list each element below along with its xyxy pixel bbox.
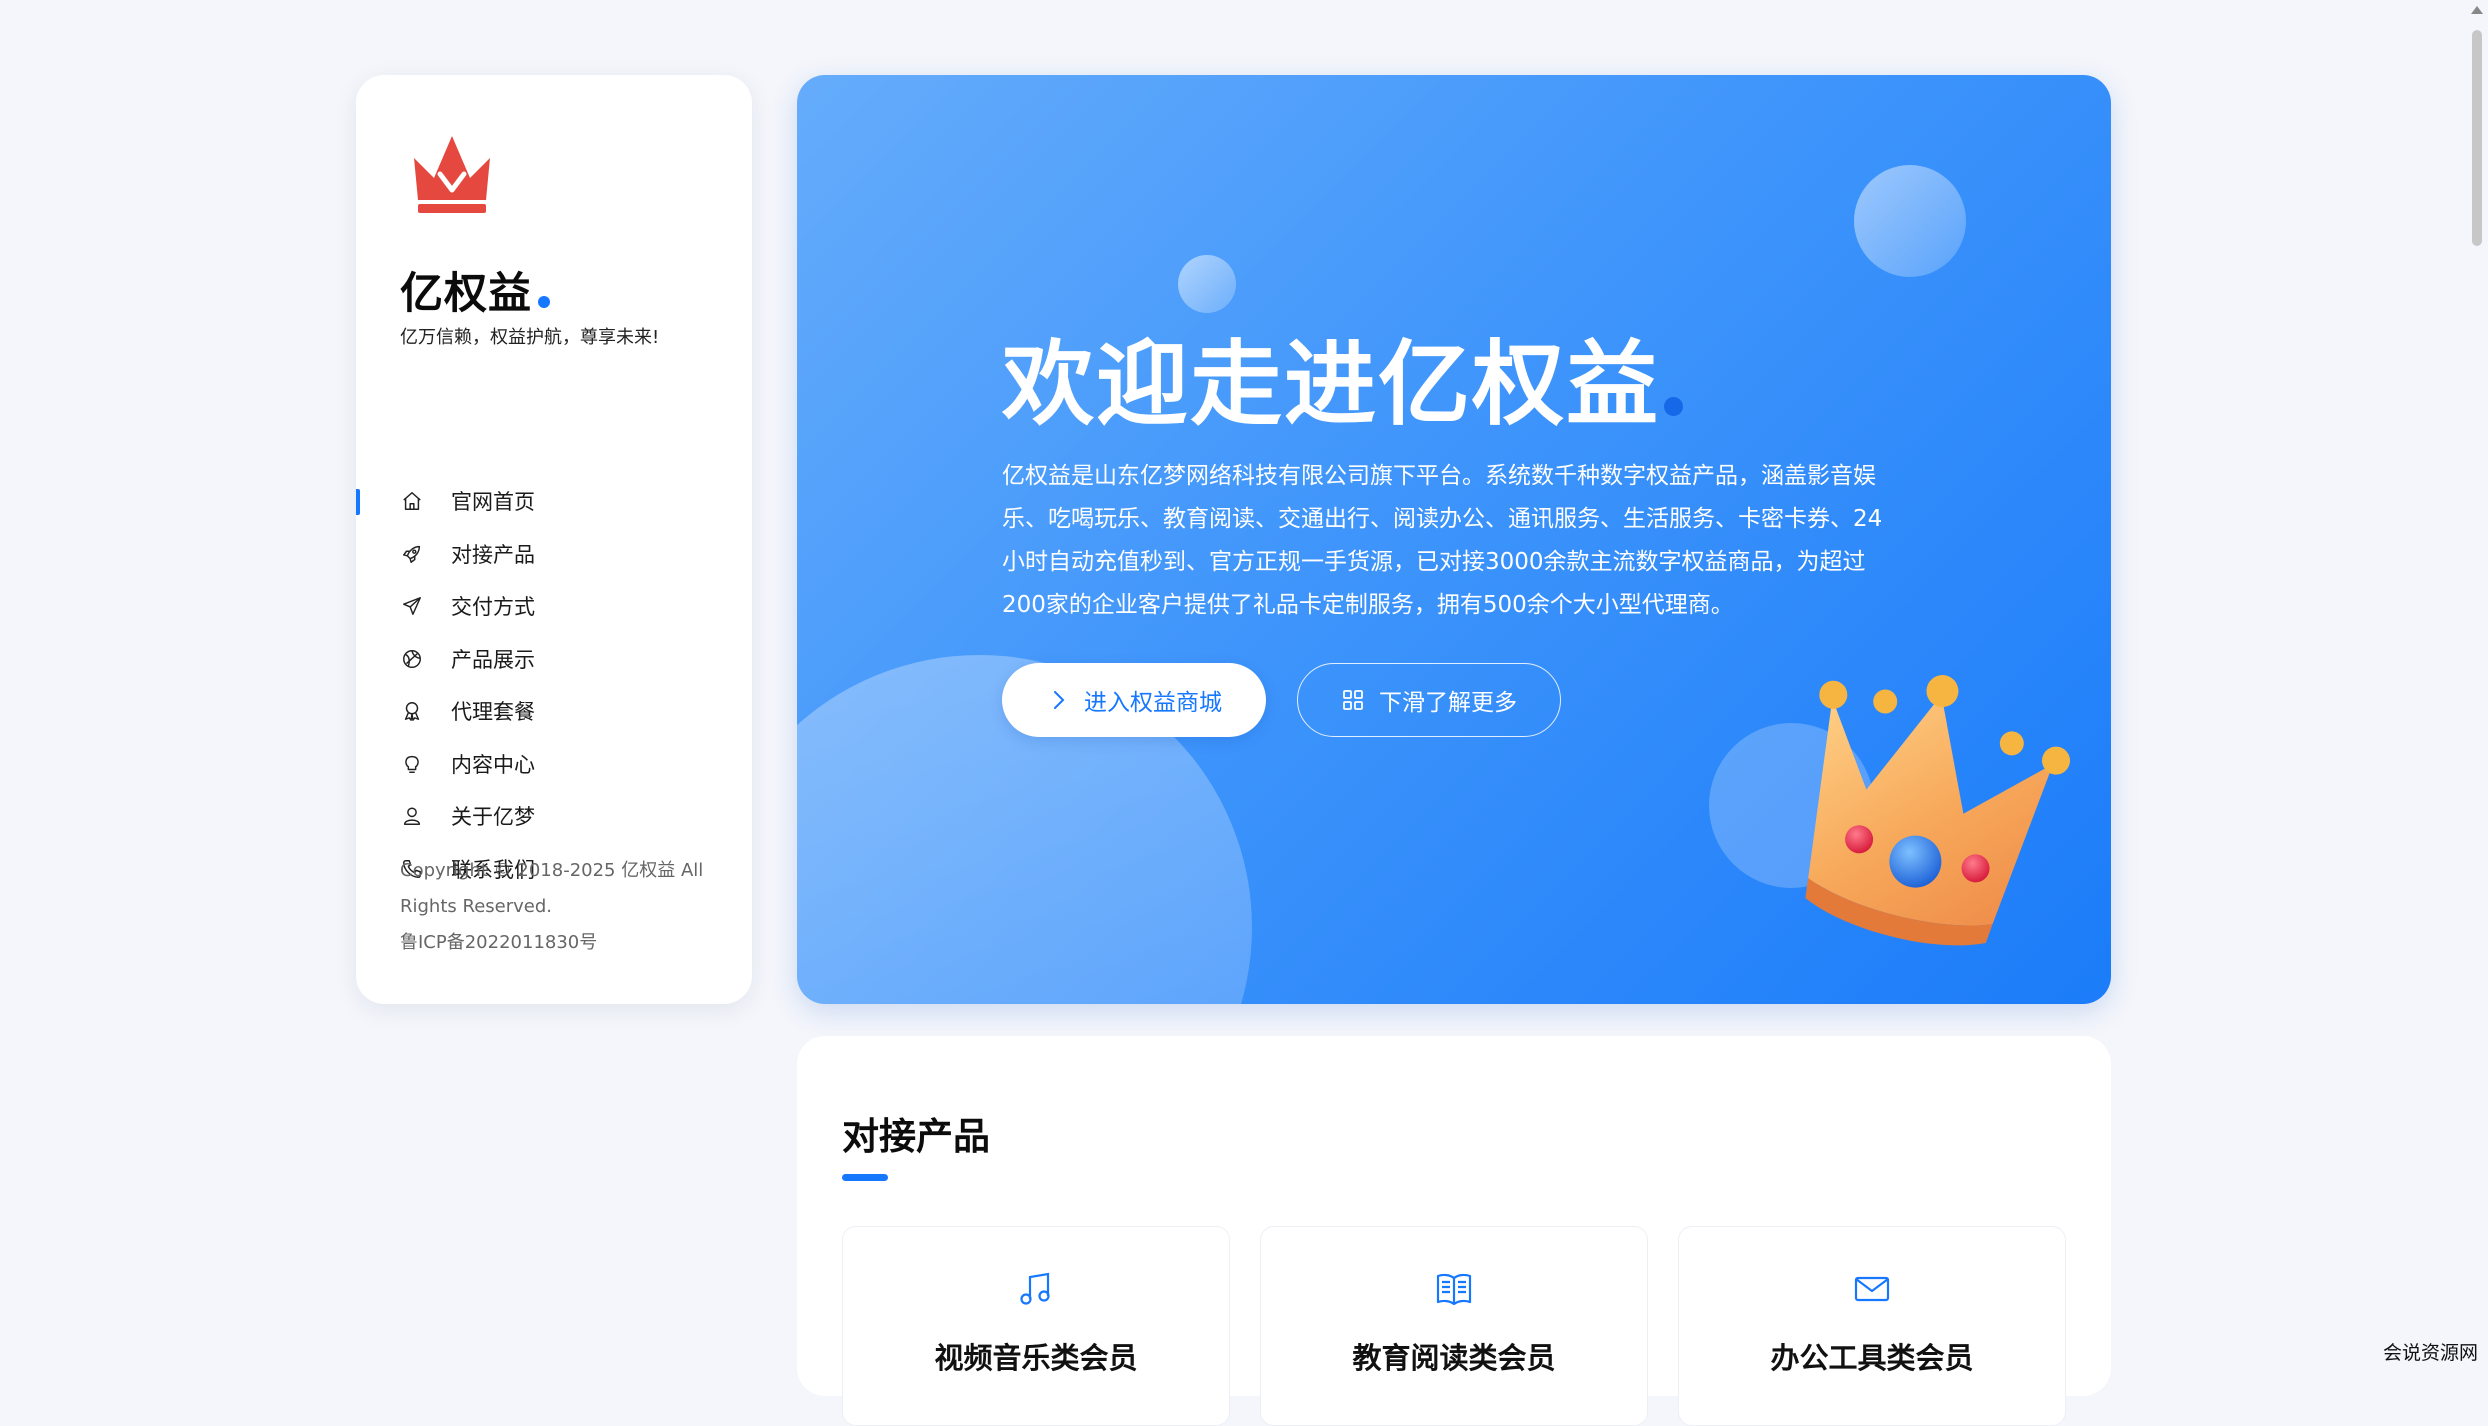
grid-icon — [1341, 688, 1365, 712]
sidebar-item-label: 对接产品 — [451, 542, 535, 567]
rocket-icon — [400, 542, 424, 566]
sidebar-item-about[interactable]: 关于亿梦 — [356, 790, 752, 843]
award-ribbon-icon — [400, 699, 424, 723]
hero-banner: 欢迎走进亿权益 亿权益是山东亿梦网络科技有限公司旗下平台。系统数千种数字权益产品… — [797, 75, 2111, 1004]
product-card-title: 办公工具类会员 — [1770, 1341, 1974, 1375]
book-icon — [1436, 1273, 1472, 1306]
sidebar-item-delivery[interactable]: 交付方式 — [356, 580, 752, 633]
section-title-underline — [842, 1174, 888, 1181]
decor-circle-right — [1854, 165, 1966, 277]
sidebar-item-showcase[interactable]: 产品展示 — [356, 633, 752, 686]
enter-mall-label: 进入权益商城 — [1084, 690, 1222, 716]
section-title: 对接产品 — [842, 1115, 990, 1158]
product-card-title: 视频音乐类会员 — [934, 1341, 1138, 1375]
sidebar-item-home[interactable]: 官网首页 — [356, 475, 752, 528]
globe-icon — [400, 647, 424, 671]
home-icon — [400, 489, 424, 513]
brand-dot — [538, 296, 550, 308]
scroll-up-arrow-icon[interactable] — [2471, 6, 2483, 14]
music-note-icon — [1020, 1272, 1050, 1305]
watermark: 会说资源网 — [2383, 1342, 2479, 1364]
copyright-text: Copyright © 2018-2025 亿权益 All Rights Res… — [400, 860, 704, 917]
chevron-right-icon — [1046, 688, 1070, 712]
brand-name: 亿权益 — [400, 259, 550, 321]
sidebar-item-label: 官网首页 — [451, 490, 535, 515]
learn-more-button[interactable]: 下滑了解更多 — [1297, 663, 1561, 737]
sidebar-item-label: 内容中心 — [451, 752, 535, 777]
learn-more-label: 下滑了解更多 — [1379, 690, 1517, 716]
hero-description: 亿权益是山东亿梦网络科技有限公司旗下平台。系统数千种数字权益产品，涵盖影音娱乐、… — [1002, 463, 1883, 618]
brand-slogan: 亿万信赖，权益护航，尊享未来! — [400, 327, 660, 348]
crown-logo-icon[interactable] — [406, 128, 498, 214]
brand-name-text: 亿权益 — [400, 269, 532, 319]
hero-title: 欢迎走进亿权益 — [1002, 330, 1684, 440]
sidebar-item-label: 交付方式 — [451, 595, 535, 620]
crown-illustration-icon — [1805, 675, 2070, 946]
mail-icon — [1854, 1276, 1890, 1302]
sidebar-item-agent-plans[interactable]: 代理套餐 — [356, 685, 752, 738]
copyright: Copyright © 2018-2025 亿权益 All Rights Res… — [400, 853, 710, 961]
sidebar-item-label: 关于亿梦 — [451, 805, 535, 830]
product-card-office-tools[interactable]: 办公工具类会员 — [1678, 1226, 2066, 1426]
paper-plane-icon — [400, 594, 424, 618]
sidebar: 亿权益 亿万信赖，权益护航，尊享未来! 官网首页 对接产品 交付方式 产品展示 — [356, 75, 752, 1004]
user-icon — [400, 804, 424, 828]
product-card-title: 教育阅读类会员 — [1352, 1341, 1556, 1375]
sidebar-item-label: 代理套餐 — [451, 700, 535, 725]
icp-link[interactable]: 鲁ICP备2022011830号 — [400, 925, 710, 961]
page-scrollbar[interactable] — [2466, 0, 2488, 1366]
sidebar-item-products[interactable]: 对接产品 — [356, 528, 752, 581]
hero-title-text: 欢迎走进亿权益 — [1002, 331, 1661, 438]
products-section: 对接产品 视频音乐类会员 教育阅读类会员 办公工具类会员 — [797, 1036, 2111, 1426]
lightbulb-icon — [400, 752, 424, 776]
hero-title-dot — [1664, 397, 1684, 416]
enter-mall-button[interactable]: 进入权益商城 — [1002, 663, 1266, 737]
product-card-education-reading[interactable]: 教育阅读类会员 — [1260, 1226, 1648, 1426]
sidebar-nav: 官网首页 对接产品 交付方式 产品展示 代理套餐 内容中心 关于亿梦 联系我们 — [356, 475, 752, 895]
scrollbar-thumb[interactable] — [2472, 30, 2482, 246]
product-card-video-music[interactable]: 视频音乐类会员 — [842, 1226, 1230, 1426]
decor-circle-small — [1178, 255, 1236, 313]
sidebar-item-label: 产品展示 — [451, 647, 535, 672]
sidebar-item-content-center[interactable]: 内容中心 — [356, 738, 752, 791]
